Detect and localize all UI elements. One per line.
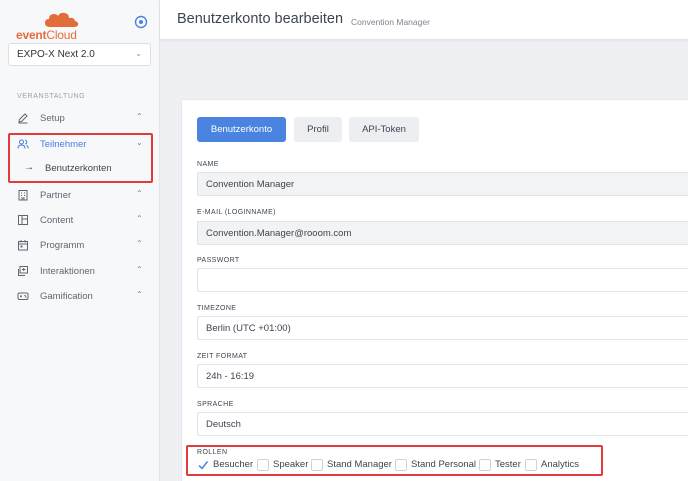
sidebar-item-programm[interactable]: Programm ⌃ — [0, 235, 160, 257]
chat-icon — [18, 266, 28, 276]
roles-label: ROLLEN — [197, 449, 228, 456]
tab-profil[interactable]: Profil — [294, 117, 342, 142]
sidebar-item-interaktionen[interactable]: Interaktionen ⌃ — [0, 261, 160, 283]
sidebar-item-label: Gamification — [40, 291, 93, 302]
chevron-down-icon: ⌄ — [135, 49, 142, 58]
role-stand-personal-checkbox[interactable] — [395, 459, 407, 471]
role-tester-checkbox[interactable] — [479, 459, 491, 471]
sidebar-subitem-label: Benutzerkonten — [45, 163, 112, 174]
language-select[interactable]: Deutsch — [197, 412, 688, 436]
name-label: NAME — [197, 161, 219, 168]
tab-api-token[interactable]: API-Token — [349, 117, 419, 142]
tab-benutzerkonto[interactable]: Benutzerkonto — [197, 117, 286, 142]
role-stand-manager-checkbox[interactable] — [311, 459, 323, 471]
users-icon — [17, 139, 29, 149]
sidebar-item-setup[interactable]: Setup ⌃ — [0, 108, 160, 130]
layout-icon — [18, 215, 28, 225]
event-select[interactable]: EXPO-X Next 2.0 ⌄ — [8, 43, 151, 66]
target-icon[interactable] — [134, 15, 148, 29]
building-icon — [18, 190, 28, 201]
sidebar-item-gamification[interactable]: Gamification ⌃ — [0, 286, 160, 308]
language-label: SPRACHE — [197, 401, 234, 408]
role-analytics-label: Analytics — [541, 459, 580, 470]
role-speaker-checkbox[interactable] — [257, 459, 269, 471]
chevron-up-icon: ⌃ — [136, 239, 143, 248]
time-format-label: ZEIT FORMAT — [197, 353, 248, 360]
sidebar-item-label: Programm — [40, 240, 85, 251]
calendar-icon — [18, 240, 28, 251]
page-title: Benutzerkonto bearbeiten — [177, 11, 344, 27]
timezone-label: TIMEZONE — [197, 305, 237, 312]
sidebar-item-partner[interactable]: Partner ⌃ — [0, 185, 160, 207]
role-tester-label: Tester — [495, 459, 521, 470]
role-speaker-label: Speaker — [273, 459, 309, 470]
gamepad-icon — [17, 292, 29, 300]
page-subtitle: Convention Manager — [351, 17, 430, 27]
sidebar-item-label: Interaktionen — [40, 266, 95, 277]
password-field[interactable] — [197, 268, 688, 292]
email-field: Convention.Manager@rooom.com — [197, 221, 688, 245]
email-label: E-MAIL (LOGINNAME) — [197, 209, 276, 216]
chevron-up-icon: ⌃ — [136, 112, 143, 121]
role-stand-personal-label: Stand Personal — [411, 459, 476, 470]
name-value: Convention Manager — [206, 179, 295, 190]
time-format-value: 24h - 16:19 — [206, 371, 255, 382]
sidebar-item-label: Teilnehmer — [40, 139, 87, 150]
password-label: PASSWORT — [197, 257, 240, 264]
sidebar-item-label: Setup — [40, 113, 65, 124]
section-label: VERANSTALTUNG — [17, 93, 86, 100]
sidebar-item-label: Partner — [40, 190, 72, 201]
timezone-value: Berlin (UTC +01:00) — [206, 323, 291, 334]
language-value: Deutsch — [206, 419, 241, 430]
arrow-right-icon: → — [24, 162, 34, 173]
time-format-select[interactable]: 24h - 16:19 — [197, 364, 688, 388]
chevron-down-icon: ⌄ — [136, 138, 143, 147]
role-analytics-checkbox[interactable] — [525, 459, 537, 471]
chevron-up-icon: ⌃ — [136, 290, 143, 299]
page-header: Benutzerkonto bearbeiten Convention Mana… — [160, 0, 688, 40]
chevron-up-icon: ⌃ — [136, 265, 143, 274]
chevron-up-icon: ⌃ — [136, 189, 143, 198]
sidebar-item-label: Content — [40, 215, 74, 226]
role-stand-manager-label: Stand Manager — [327, 459, 392, 470]
checkmark-icon[interactable] — [197, 459, 209, 471]
cloud-logo-icon — [45, 12, 79, 27]
sidebar-subitem-benutzerkonten[interactable]: → Benutzerkonten — [10, 159, 150, 179]
brand-name: eventCloud — [16, 28, 77, 42]
chevron-up-icon: ⌃ — [136, 214, 143, 223]
role-besucher-label: Besucher — [213, 459, 254, 470]
event-select-value: EXPO-X Next 2.0 — [17, 49, 95, 60]
email-value: Convention.Manager@rooom.com — [206, 228, 352, 239]
sidebar-item-teilnehmer[interactable]: Teilnehmer ⌄ — [0, 134, 160, 156]
sidebar-item-content[interactable]: Content ⌃ — [0, 210, 160, 232]
name-field: Convention Manager — [197, 172, 688, 196]
sidebar: eventCloud EXPO-X Next 2.0 ⌄ VERANSTALTU… — [0, 0, 160, 481]
timezone-select[interactable]: Berlin (UTC +01:00) — [197, 316, 688, 340]
pencil-icon — [18, 113, 28, 124]
logo[interactable]: eventCloud — [16, 12, 86, 42]
